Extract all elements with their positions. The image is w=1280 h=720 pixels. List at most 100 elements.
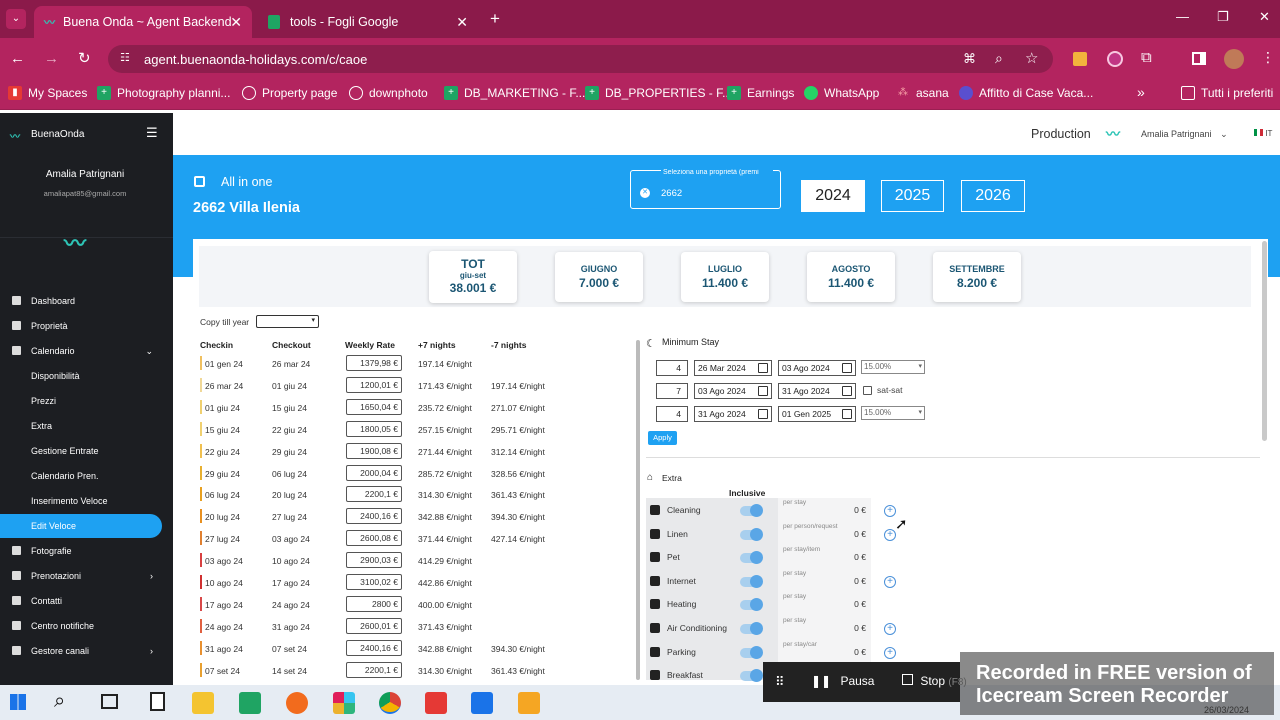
copy-till-year-select[interactable]: ▾	[256, 315, 319, 328]
weekly-rate-input[interactable]: 2400,16 €	[346, 639, 402, 656]
drag-handle-icon[interactable]: ⠿	[775, 674, 785, 690]
url-bar[interactable]: ☷ agent.buenaonda-holidays.com/c/caoe	[108, 45, 1053, 73]
from-date-input[interactable]: 31 Ago 2024	[694, 406, 772, 422]
extra-price-input[interactable]: 0 €	[776, 529, 866, 539]
inclusive-toggle[interactable]	[740, 622, 763, 635]
bookmark-whatsapp[interactable]: WhatsApp	[804, 86, 879, 100]
app-red-icon[interactable]	[425, 692, 447, 714]
weekly-rate-input[interactable]: 2800 €	[346, 595, 402, 612]
sidebar-item-dashboard[interactable]: Dashboard	[0, 289, 173, 313]
back-icon[interactable]: ←	[10, 50, 25, 67]
sidepanel-icon[interactable]	[1192, 52, 1206, 65]
draw-app-icon[interactable]	[286, 692, 308, 714]
restore-icon[interactable]: ❐	[1217, 9, 1229, 25]
sidebar-item-extra[interactable]: Extra	[0, 414, 173, 438]
app-orange-icon[interactable]	[518, 692, 540, 714]
reload-icon[interactable]: ↻	[78, 49, 91, 67]
sidebar-item-edit-veloce[interactable]: Edit Veloce	[0, 514, 162, 538]
extra-price-input[interactable]: 0 €	[776, 599, 866, 609]
weekly-rate-input[interactable]: 2000,04 €	[346, 464, 402, 481]
inclusive-toggle[interactable]	[740, 669, 763, 683]
year-2024-button[interactable]: 2024	[801, 180, 865, 212]
weekly-rate-input[interactable]: 2900,03 €	[346, 552, 402, 569]
weekly-rate-input[interactable]: 1800,05 €	[346, 420, 402, 437]
inclusive-toggle[interactable]	[740, 645, 763, 659]
bookmark-property-page[interactable]: Property page	[242, 86, 337, 100]
clear-icon[interactable]: ✕	[640, 188, 650, 198]
property-select[interactable]: Seleziona una proprietà (premi ✕ 2662	[630, 169, 781, 209]
bookmark-my-spaces[interactable]: ▮ My Spaces	[8, 86, 87, 100]
translate-icon[interactable]: ⌘	[963, 51, 976, 67]
sidebar-item-gestore-canali[interactable]: Gestore canali ›	[0, 639, 173, 663]
file-explorer-icon[interactable]	[192, 692, 214, 714]
add-icon[interactable]: +	[884, 623, 896, 635]
notepad-icon[interactable]	[150, 692, 165, 711]
weekly-rate-input[interactable]: 2600,08 €	[346, 530, 402, 547]
extensions-puzzle-icon[interactable]: ⧉	[1141, 49, 1152, 66]
sidebar-item-prezzi[interactable]: Prezzi	[0, 389, 173, 413]
zoom-icon[interactable]: ⌕	[995, 50, 1003, 67]
window-close-icon[interactable]: ✕	[1259, 9, 1270, 25]
calendar-icon[interactable]	[758, 363, 768, 373]
tab-search-icon[interactable]: ⌄	[6, 9, 26, 29]
sidebar-item-inserimento-veloce[interactable]: Inserimento Veloce	[0, 489, 173, 513]
add-icon[interactable]: +	[884, 646, 896, 659]
bookmark-db-properties[interactable]: + DB_PROPERTIES - F...	[585, 86, 732, 100]
weekly-rate-input[interactable]: 2400,16 €	[346, 508, 402, 525]
bookmark-db-marketing[interactable]: + DB_MARKETING - F...	[444, 86, 585, 100]
nights-input[interactable]: 4	[656, 406, 688, 422]
bookmark-star-icon[interactable]: ☆	[1025, 49, 1038, 67]
calendar-icon[interactable]	[842, 363, 852, 373]
minimize-icon[interactable]: —	[1176, 9, 1189, 24]
page-scrollbar[interactable]	[1262, 241, 1267, 441]
weekly-rate-input[interactable]: 1650,04 €	[346, 398, 402, 415]
extension-icon[interactable]	[1073, 52, 1087, 66]
sidebar-item-centro-notifiche[interactable]: Centro notifiche	[0, 614, 173, 638]
sidebar-item-disponibilit-[interactable]: Disponibilità	[0, 364, 173, 388]
user-menu[interactable]: Amalia Patrignani ⌄	[1141, 129, 1228, 140]
calendar-icon[interactable]	[758, 409, 768, 419]
weekly-rate-input[interactable]: 3100,02 €	[346, 574, 402, 590]
weekly-rate-input[interactable]: 1900,08 €	[346, 442, 402, 459]
weekly-rate-input[interactable]: 2600,01 €	[346, 617, 402, 634]
site-info-icon[interactable]: ☷	[120, 51, 130, 64]
sidebar-item-calendario-pren-[interactable]: Calendario Pren.	[0, 464, 173, 488]
sidebar-item-calendario[interactable]: Calendario ⌄	[0, 339, 173, 363]
discount-select[interactable]: 15.00% ▾	[861, 406, 925, 420]
bookmark-downphoto[interactable]: downphoto	[349, 86, 428, 100]
profile-avatar[interactable]	[1224, 49, 1244, 69]
nights-input[interactable]: 7	[656, 383, 688, 399]
bookmark-photography[interactable]: + Photography planni...	[97, 86, 230, 100]
close-tab-icon[interactable]: ✕	[456, 14, 468, 31]
bookmark-asana[interactable]: ⁂ asana	[896, 86, 949, 100]
bookmarks-more-icon[interactable]: »	[1137, 84, 1145, 100]
tab-agent-backend[interactable]: 〰 Buena Onda ~ Agent Backend ✕	[34, 6, 252, 38]
bookmark-earnings[interactable]: + Earnings	[727, 86, 794, 100]
sheets-app-icon[interactable]	[239, 692, 261, 714]
hamburger-icon[interactable]: ☰	[146, 125, 158, 141]
inclusive-toggle[interactable]	[740, 598, 763, 612]
sidebar-item-propriet-[interactable]: Proprietà	[0, 314, 173, 338]
weekly-rate-input[interactable]: 2200,1 €	[346, 661, 402, 678]
tab-tools-sheets[interactable]: tools - Fogli Google ✕	[258, 6, 478, 38]
calendar-icon[interactable]	[758, 386, 768, 396]
from-date-input[interactable]: 26 Mar 2024	[694, 360, 772, 376]
inclusive-toggle[interactable]	[740, 527, 763, 541]
language-selector[interactable]: IT	[1254, 129, 1272, 138]
inclusive-toggle[interactable]	[740, 551, 763, 565]
new-tab-icon[interactable]: +	[490, 9, 500, 29]
apply-button[interactable]: Apply	[648, 431, 677, 445]
weekly-rate-input[interactable]: 1200,01 €	[346, 376, 402, 393]
year-2026-button[interactable]: 2026	[961, 180, 1025, 212]
extension-circle-icon[interactable]	[1107, 51, 1123, 67]
extra-price-input[interactable]: 0 €	[776, 505, 866, 515]
add-icon[interactable]: +	[884, 575, 896, 588]
menu-dots-icon[interactable]: ⋮	[1261, 49, 1275, 66]
extra-price-input[interactable]: 0 €	[776, 647, 866, 657]
from-date-input[interactable]: 03 Ago 2024	[694, 383, 772, 399]
all-bookmarks[interactable]: Tutti i preferiti	[1181, 86, 1273, 100]
stop-button[interactable]: Stop (F8)	[902, 674, 967, 688]
year-2025-button[interactable]: 2025	[881, 180, 944, 212]
sat-sat-checkbox[interactable]	[863, 386, 872, 395]
sidebar-item-gestione-entrate[interactable]: Gestione Entrate	[0, 439, 173, 463]
